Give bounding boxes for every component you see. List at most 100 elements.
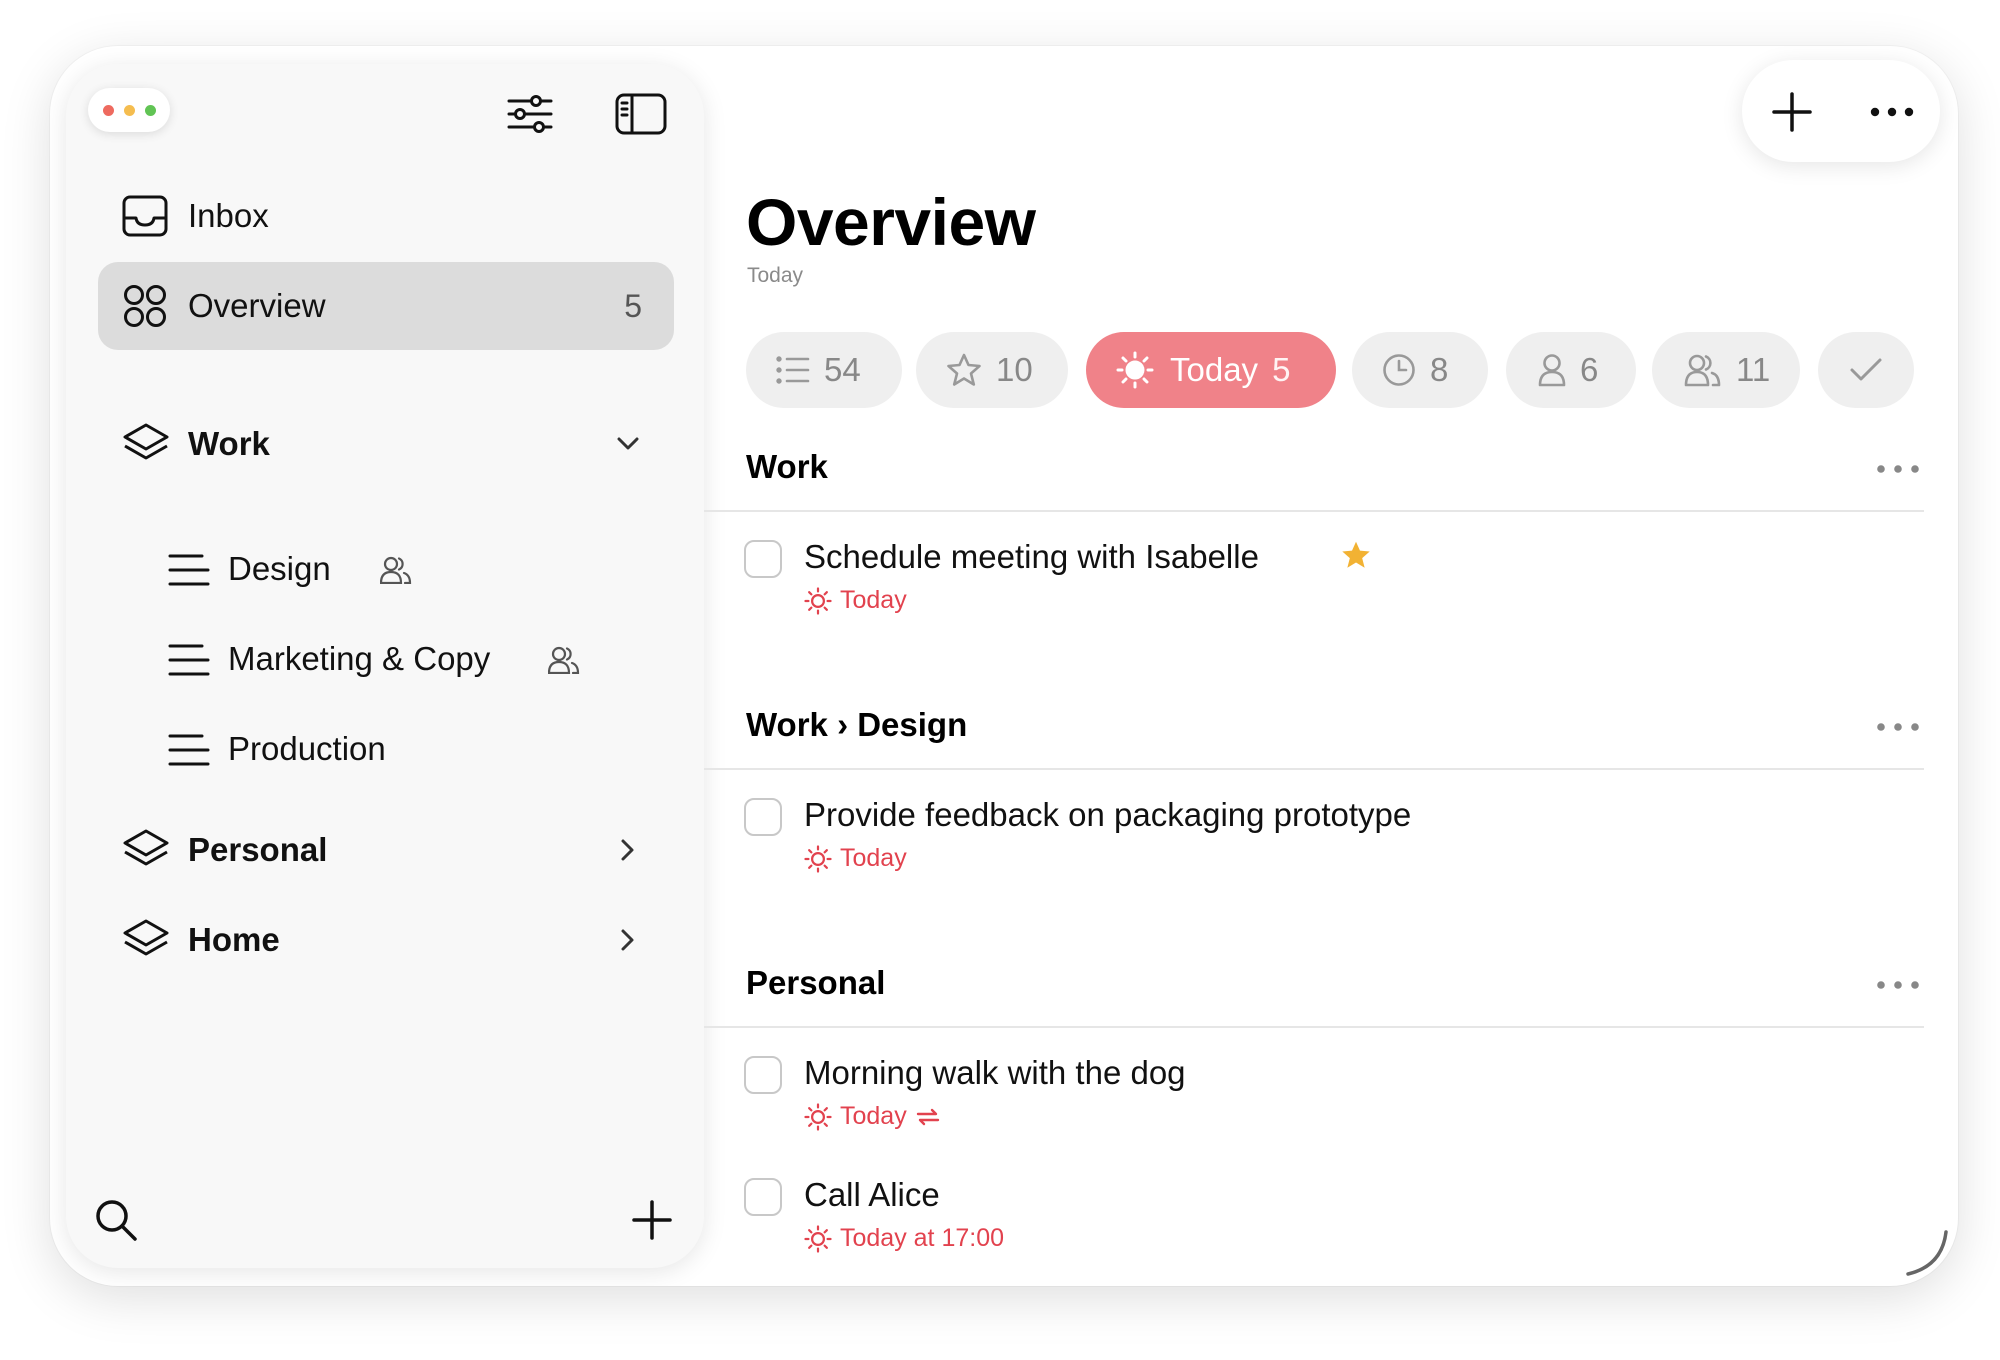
sidebar-list-production[interactable]: Production bbox=[98, 710, 674, 790]
sidebar-area-label: Home bbox=[188, 921, 280, 958]
filter-assigned-to-me[interactable]: 6 bbox=[1506, 332, 1636, 408]
task-due: Today at 17:00 bbox=[804, 1224, 1004, 1253]
ellipsis-icon[interactable] bbox=[1862, 82, 1922, 142]
section-divider bbox=[704, 510, 1924, 512]
sidebar-list-label: Production bbox=[228, 730, 386, 767]
chevron-down-icon[interactable] bbox=[614, 430, 642, 458]
layers-icon bbox=[122, 828, 169, 872]
filter-today[interactable]: Today 5 bbox=[1086, 332, 1336, 408]
section-title: Work › Design bbox=[746, 706, 968, 743]
task-row[interactable]: Provide feedback on packaging prototype … bbox=[704, 792, 1958, 902]
ellipsis-icon[interactable] bbox=[1876, 719, 1920, 733]
page-subtitle: Today bbox=[747, 264, 804, 287]
sidebar-list-label: Marketing & Copy bbox=[228, 640, 491, 677]
add-list-button[interactable] bbox=[626, 1194, 678, 1246]
app-window: Inbox Overview 5 Work Design Marketing &… bbox=[50, 46, 1958, 1286]
sidebar: Inbox Overview 5 Work Design Marketing &… bbox=[66, 64, 704, 1268]
sun-icon bbox=[804, 844, 832, 873]
filter-all[interactable]: 54 bbox=[746, 332, 902, 408]
task-due: Today bbox=[804, 1102, 941, 1131]
filter-scheduled[interactable]: 8 bbox=[1352, 332, 1488, 408]
star-icon bbox=[1340, 540, 1372, 575]
sidebar-item-label: Inbox bbox=[188, 197, 269, 234]
task-due-label: Today at 17:00 bbox=[840, 1224, 1005, 1252]
sun-icon bbox=[1116, 351, 1154, 389]
list-lines-icon bbox=[168, 732, 210, 768]
sidebar-item-overview[interactable]: Overview 5 bbox=[98, 262, 674, 350]
task-title[interactable]: Provide feedback on packaging prototype bbox=[804, 796, 1411, 834]
filter-count: 11 bbox=[1736, 351, 1771, 388]
person-icon bbox=[1538, 353, 1566, 387]
task-title[interactable]: Call Alice bbox=[804, 1176, 940, 1214]
plus-icon bbox=[632, 1200, 672, 1240]
task-row[interactable]: Schedule meeting with Isabelle Today bbox=[704, 534, 1958, 644]
clock-icon bbox=[1382, 353, 1416, 387]
plus-icon bbox=[1772, 92, 1812, 132]
filter-count: 8 bbox=[1430, 351, 1449, 388]
grid-circles-icon bbox=[122, 284, 168, 328]
tray-icon bbox=[122, 194, 168, 238]
sun-icon bbox=[804, 586, 832, 615]
task-due-label: Today bbox=[840, 586, 907, 614]
star-icon bbox=[946, 353, 982, 387]
ellipsis-icon[interactable] bbox=[1876, 461, 1920, 475]
sidebar-area-label: Work bbox=[188, 425, 270, 462]
sidebar-list-marketing[interactable]: Marketing & Copy bbox=[98, 620, 674, 700]
task-title[interactable]: Morning walk with the dog bbox=[804, 1054, 1186, 1092]
task-checkbox[interactable] bbox=[744, 1178, 782, 1216]
sidebar-toggle-icon[interactable] bbox=[610, 84, 672, 144]
task-due-label: Today bbox=[840, 844, 907, 872]
section-title: Work bbox=[746, 448, 828, 485]
sidebar-area-personal[interactable]: Personal bbox=[98, 806, 674, 894]
sliders-icon[interactable] bbox=[500, 84, 560, 144]
task-row[interactable]: Morning walk with the dog Today bbox=[704, 1050, 1958, 1160]
chevron-right-icon[interactable] bbox=[614, 926, 642, 954]
repeat-icon bbox=[916, 1108, 939, 1125]
filter-starred[interactable]: 10 bbox=[916, 332, 1068, 408]
main-content: Overview Today 54 10 Today 5 8 6 11 Work… bbox=[704, 46, 1958, 1286]
sidebar-area-label: Personal bbox=[188, 831, 328, 868]
sun-icon bbox=[804, 1224, 832, 1253]
minimize-window-dot[interactable] bbox=[123, 104, 135, 116]
sidebar-area-work[interactable]: Work bbox=[98, 400, 674, 488]
shared-people-icon bbox=[547, 646, 580, 679]
task-checkbox[interactable] bbox=[744, 798, 782, 836]
task-checkbox[interactable] bbox=[744, 540, 782, 578]
task-row[interactable]: Call Alice Today at 17:00 bbox=[704, 1172, 1958, 1282]
filter-count: 6 bbox=[1580, 351, 1599, 388]
task-title[interactable]: Schedule meeting with Isabelle bbox=[804, 538, 1259, 576]
filter-label: Today bbox=[1170, 351, 1259, 388]
filter-count: 54 bbox=[824, 351, 861, 388]
section-divider bbox=[704, 768, 1924, 770]
zoom-window-dot[interactable] bbox=[144, 104, 156, 116]
resize-corner-handle[interactable] bbox=[1902, 1228, 1952, 1278]
layers-icon bbox=[122, 918, 169, 962]
filter-shared[interactable]: 11 bbox=[1652, 332, 1800, 408]
sidebar-area-home[interactable]: Home bbox=[98, 896, 674, 984]
sidebar-list-design[interactable]: Design bbox=[98, 530, 674, 610]
window-controls[interactable] bbox=[88, 88, 170, 132]
page-title: Overview bbox=[746, 185, 1036, 259]
sidebar-item-inbox[interactable]: Inbox bbox=[98, 172, 674, 260]
list-lines-icon bbox=[168, 552, 210, 588]
section-title: Personal bbox=[746, 964, 886, 1001]
filter-completed[interactable] bbox=[1818, 332, 1914, 408]
ellipsis-icon[interactable] bbox=[1876, 977, 1920, 991]
task-checkbox[interactable] bbox=[744, 1056, 782, 1094]
close-window-dot[interactable] bbox=[102, 104, 114, 116]
shared-people-icon bbox=[379, 556, 412, 589]
task-due-label: Today bbox=[840, 1102, 907, 1130]
task-due: Today bbox=[804, 844, 907, 873]
sidebar-item-count: 5 bbox=[624, 287, 642, 324]
people-icon bbox=[1684, 353, 1722, 387]
list-icon bbox=[776, 356, 810, 384]
add-task-button[interactable] bbox=[1762, 82, 1822, 142]
chevron-right-icon[interactable] bbox=[614, 836, 642, 864]
toolbar bbox=[1742, 60, 1940, 162]
sidebar-item-label: Overview bbox=[188, 287, 326, 324]
section-divider bbox=[704, 1026, 1924, 1028]
search-icon[interactable] bbox=[90, 1194, 142, 1246]
sun-icon bbox=[804, 1102, 832, 1131]
sidebar-list-label: Design bbox=[228, 550, 331, 587]
filter-count: 5 bbox=[1272, 351, 1291, 388]
